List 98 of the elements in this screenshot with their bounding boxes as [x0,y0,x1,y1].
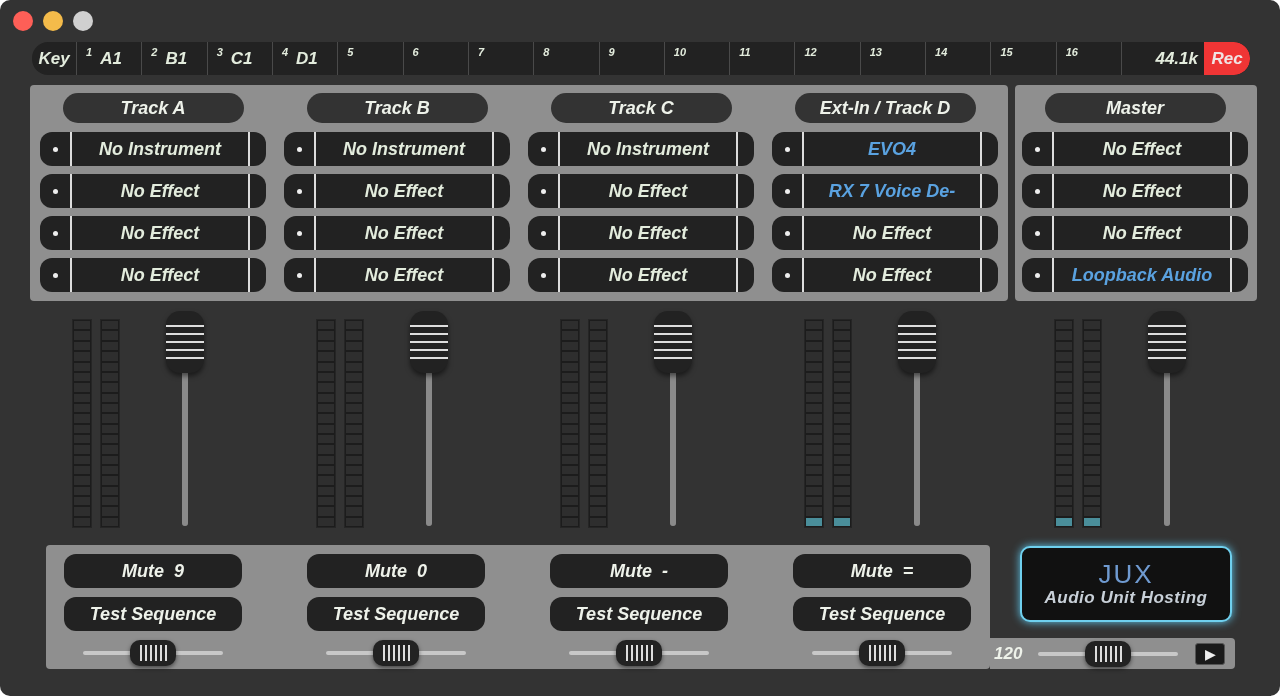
plugin-slot[interactable]: No Effect [772,258,998,292]
test-sequence-button[interactable]: Test Sequence [793,597,971,631]
mute-button[interactable]: Mute - [550,554,728,588]
key-slot[interactable]: 2 B1 [142,42,208,75]
dot-icon [784,230,790,236]
pan-slider[interactable] [812,640,952,666]
close-icon[interactable] [13,11,33,31]
fader-thumb[interactable] [166,311,204,373]
dot-icon [1034,188,1040,194]
mute-button[interactable]: Mute 9 [64,554,242,588]
dot-icon [52,272,58,278]
volume-fader[interactable] [654,311,692,528]
plugin-slot[interactable]: No Effect [1022,132,1248,166]
dot-icon [540,188,546,194]
plugin-slot[interactable]: No Effect [528,216,754,250]
dot-icon [296,230,302,236]
key-label: Key [32,42,77,75]
mute-button[interactable]: Mute = [793,554,971,588]
plugin-slot[interactable]: No Effect [40,216,266,250]
plugin-slot[interactable]: No Effect [1022,174,1248,208]
tempo-value: 120 [994,643,1024,664]
key-slot[interactable]: 7 [468,42,535,75]
track-name-button[interactable]: Track A [62,93,244,123]
key-slot[interactable]: 3 C1 [207,42,273,75]
play-button[interactable]: ▶ [1195,642,1225,665]
key-slot[interactable]: 13 [860,42,927,75]
slider-thumb[interactable] [130,640,176,666]
plugin-slot[interactable]: No Effect [528,258,754,292]
key-slot[interactable]: 4 D1 [272,42,339,75]
volume-fader[interactable] [1148,311,1186,528]
plugin-slot[interactable]: No Instrument [40,132,266,166]
track-name-button[interactable]: Master [1044,93,1226,123]
test-sequence-button[interactable]: Test Sequence [64,597,242,631]
key-slot[interactable]: 14 [926,42,992,75]
plugin-slot[interactable]: No Effect [40,258,266,292]
volume-fader[interactable] [166,311,204,528]
plugin-slot[interactable]: Loopback Audio [1022,258,1248,292]
dot-icon [296,146,302,152]
fader-thumb[interactable] [654,311,692,373]
pan-slider[interactable] [326,640,466,666]
dot-icon [1034,146,1040,152]
dot-icon [52,230,58,236]
plugin-slot[interactable]: RX 7 Voice De- [772,174,998,208]
dot-icon [52,188,58,194]
plugin-slot[interactable]: No Effect [284,216,510,250]
dot-icon [784,188,790,194]
track-name-button[interactable]: Ext-In / Track D [794,93,976,123]
pan-slider[interactable] [569,640,709,666]
track-name-button[interactable]: Track C [550,93,732,123]
dot-icon [52,146,58,152]
logo-caption: Audio Unit Hosting [1044,588,1208,608]
key-slot[interactable]: 10 [664,42,731,75]
dot-icon [784,146,790,152]
volume-fader[interactable] [898,311,936,528]
dot-icon [540,230,546,236]
slider-thumb[interactable] [616,640,662,666]
slider-thumb[interactable] [1085,640,1131,667]
sample-rate: 44.1k [1154,47,1200,70]
dot-icon [296,188,302,194]
zoom-icon[interactable] [73,11,93,31]
dot-icon [296,272,302,278]
plugin-slot[interactable]: EVO4 [772,132,998,166]
key-slot[interactable]: 11 [730,42,796,75]
pan-slider[interactable] [83,640,223,666]
dot-icon [540,146,546,152]
key-slot[interactable]: 8 [534,42,600,75]
minimize-icon[interactable] [43,11,63,31]
plugin-slot[interactable]: No Effect [1022,216,1248,250]
plugin-slot[interactable]: No Instrument [528,132,754,166]
dot-icon [784,272,790,278]
key-slot[interactable]: 16 [1056,42,1122,75]
dot-icon [540,272,546,278]
key-slot[interactable]: 5 [338,42,404,75]
plugin-slot[interactable]: No Instrument [284,132,510,166]
plugin-slot[interactable]: No Effect [284,258,510,292]
track-name-button[interactable]: Track B [306,93,488,123]
key-slot[interactable]: 15 [991,42,1057,75]
fader-thumb[interactable] [898,311,936,373]
plugin-slot[interactable]: No Effect [528,174,754,208]
mute-button[interactable]: Mute 0 [307,554,485,588]
test-sequence-button[interactable]: Test Sequence [307,597,485,631]
key-slot[interactable]: 6 [403,42,469,75]
key-slot[interactable]: 9 [599,42,665,75]
tempo-slider[interactable] [1038,640,1178,667]
fader-thumb[interactable] [410,311,448,373]
volume-fader[interactable] [410,311,448,528]
plugin-slot[interactable]: No Effect [772,216,998,250]
key-slot[interactable]: 12 [795,42,861,75]
plugin-slot[interactable]: No Effect [284,174,510,208]
dot-icon [1034,230,1040,236]
fader-thumb[interactable] [1148,311,1186,373]
logo-mark: JUX [1098,560,1154,588]
slider-thumb[interactable] [373,640,419,666]
test-sequence-button[interactable]: Test Sequence [550,597,728,631]
dot-icon [1034,272,1040,278]
plugin-slot[interactable]: No Effect [40,174,266,208]
key-slot[interactable]: 1 A1 [77,42,143,75]
slider-thumb[interactable] [859,640,905,666]
